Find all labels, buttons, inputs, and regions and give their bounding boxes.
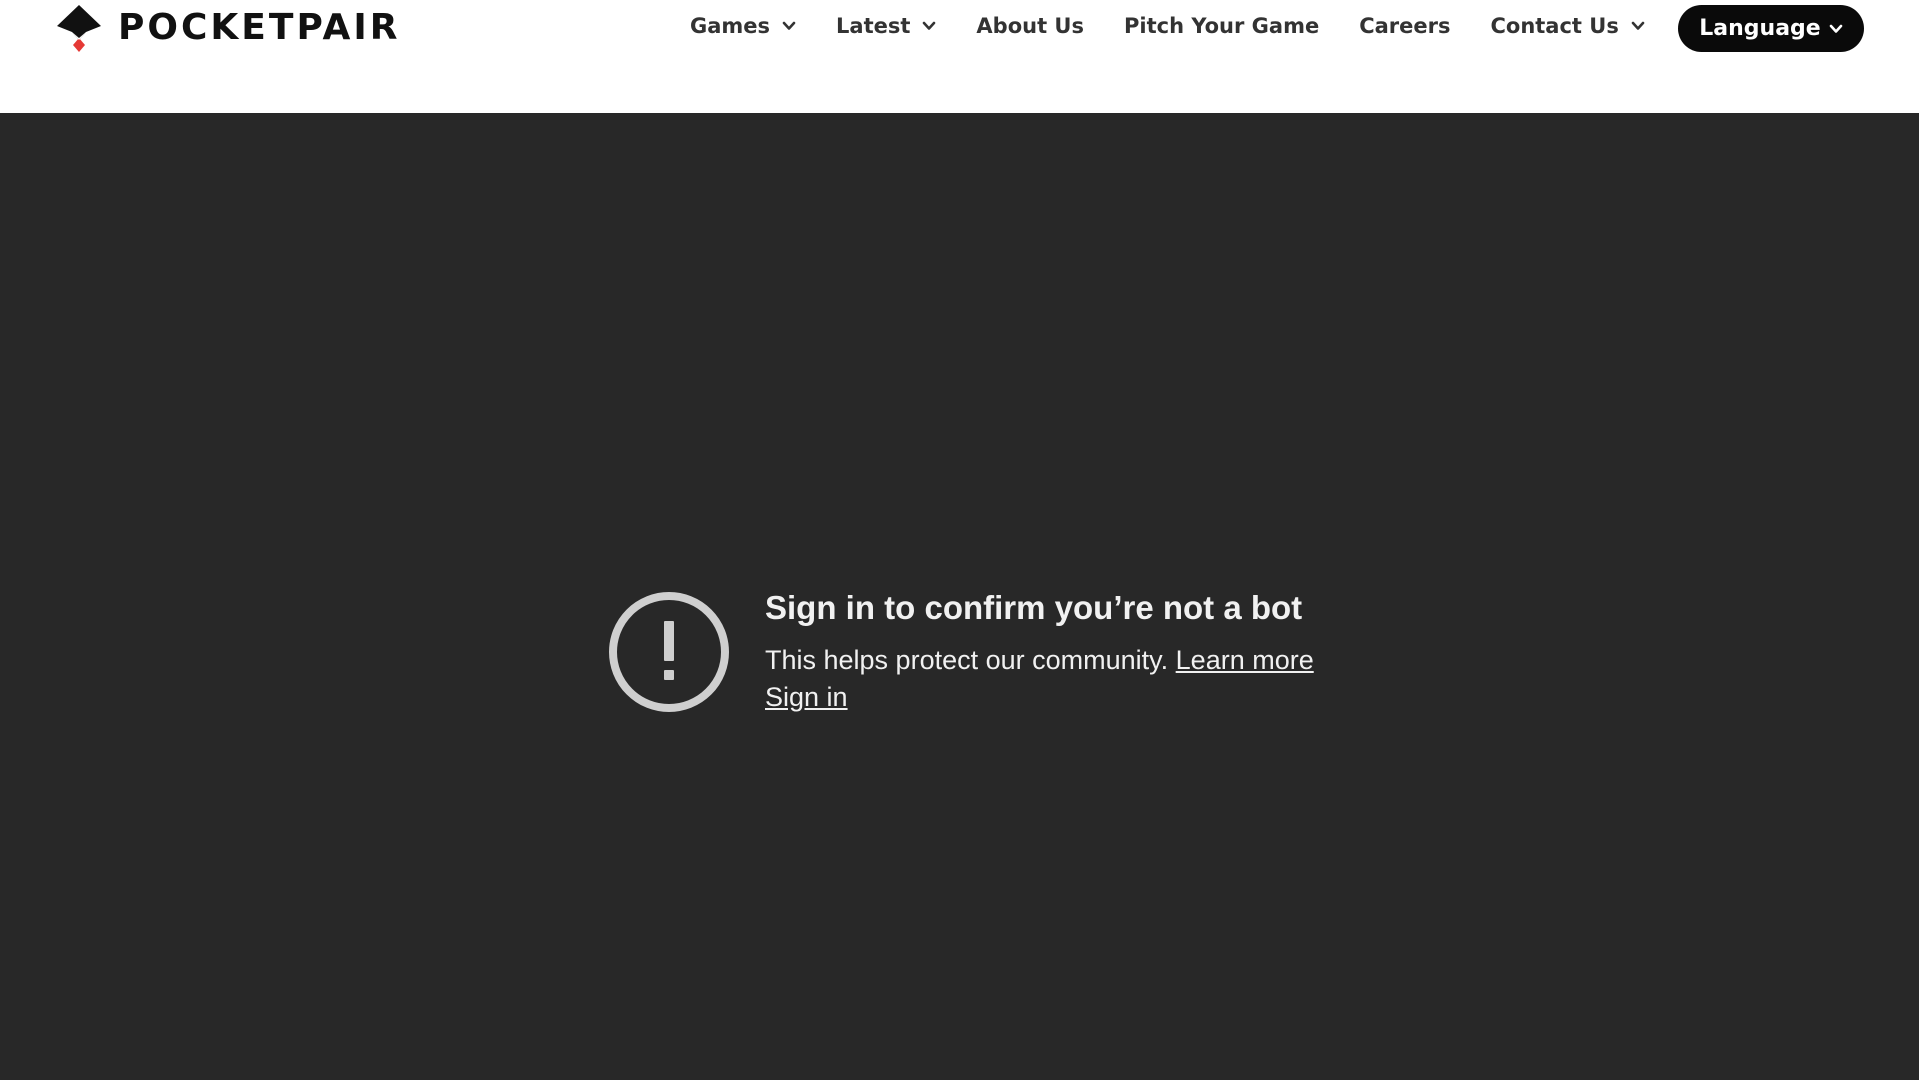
alert-circle-icon	[609, 592, 729, 712]
sign-in-link[interactable]: Sign in	[765, 682, 848, 712]
message-body: This helps protect our community. Learn …	[765, 642, 1314, 716]
nav-careers-label: Careers	[1359, 14, 1451, 38]
language-button[interactable]: Language	[1678, 5, 1864, 52]
message-text: Sign in to confirm you’re not a bot This…	[765, 590, 1314, 716]
chevron-down-icon	[1829, 24, 1843, 33]
message-title: Sign in to confirm you’re not a bot	[765, 589, 1303, 626]
nav-about-us-label: About Us	[976, 14, 1084, 38]
nav-latest[interactable]: Latest	[836, 14, 936, 38]
nav-contact-us-label: Contact Us	[1490, 14, 1619, 38]
nav-contact-us[interactable]: Contact Us	[1490, 14, 1645, 38]
bot-check-message: Sign in to confirm you’re not a bot This…	[607, 590, 1314, 716]
language-label: Language	[1699, 16, 1821, 41]
pocketpair-logo[interactable]: POCKETPAIR	[54, 2, 401, 52]
nav-games[interactable]: Games	[690, 14, 796, 38]
learn-more-link[interactable]: Learn more	[1176, 645, 1314, 675]
chevron-down-icon	[923, 21, 936, 30]
message-body-text: This helps protect our community.	[765, 645, 1176, 675]
nav-games-label: Games	[690, 14, 771, 38]
nav-pitch-your-game[interactable]: Pitch Your Game	[1124, 14, 1319, 38]
nav-careers[interactable]: Careers	[1359, 14, 1450, 38]
chevron-down-icon	[1631, 21, 1645, 30]
nav-latest-label: Latest	[836, 14, 911, 38]
site-header: POCKETPAIR Games Latest About Us Pitch Y…	[0, 0, 1920, 113]
nav-about-us[interactable]: About Us	[976, 14, 1084, 38]
nav-pitch-your-game-label: Pitch Your Game	[1124, 14, 1320, 38]
pocketpair-logo-icon	[57, 5, 101, 52]
logo-text: POCKETPAIR	[118, 6, 401, 48]
main-nav: Games Latest About Us Pitch Your Game Ca…	[690, 8, 1645, 44]
chevron-down-icon	[782, 21, 796, 30]
